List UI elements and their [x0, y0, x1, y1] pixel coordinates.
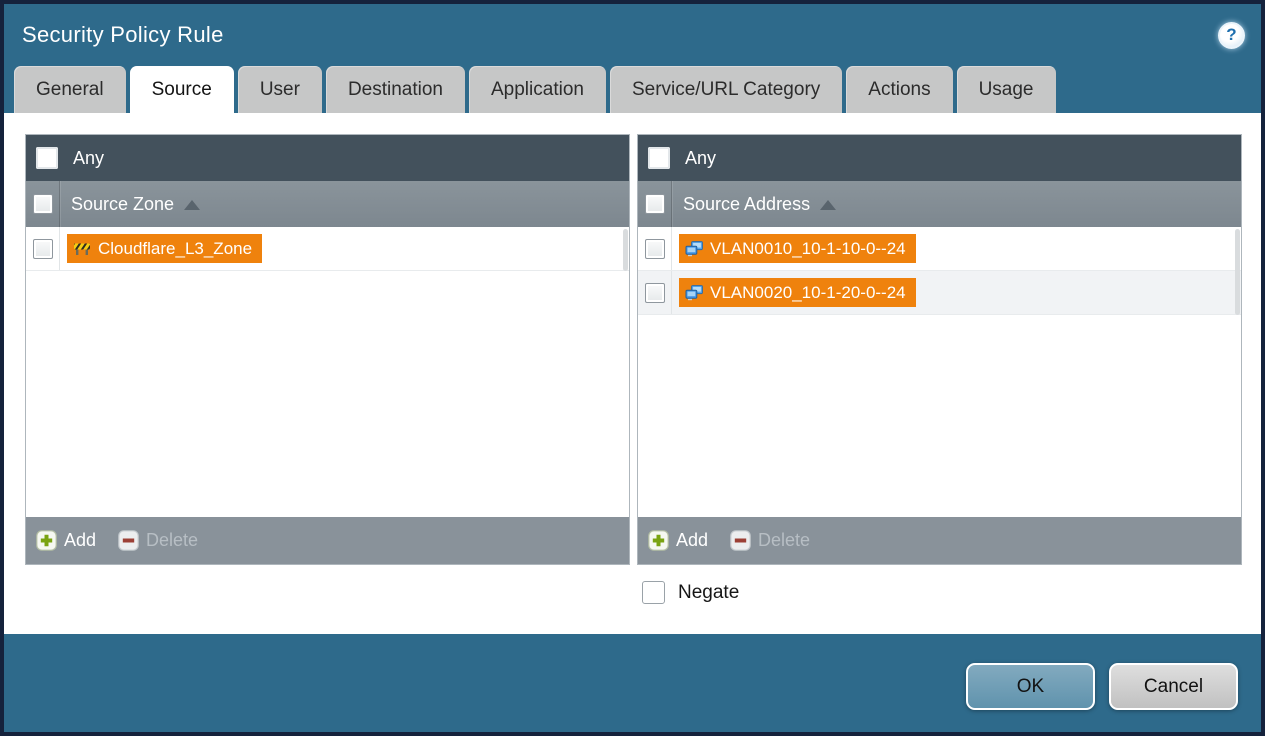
tab-general[interactable]: General	[14, 66, 126, 113]
delete-button-label: Delete	[146, 530, 199, 550]
source-tab-content: Any Source Zone Cloudflare_L3_Zone Add D…	[4, 113, 1261, 634]
add-icon	[36, 530, 57, 551]
delete-button[interactable]: Delete	[730, 530, 810, 551]
tab-service-url-category[interactable]: Service/URL Category	[609, 66, 843, 113]
negate-checkbox[interactable]	[642, 581, 665, 604]
list-item[interactable]: Cloudflare_L3_Zone	[26, 227, 629, 271]
source-address-toolbar: Add Delete	[638, 517, 1241, 564]
add-button[interactable]: Add	[36, 530, 96, 551]
source-address-select-all-checkbox[interactable]	[644, 194, 665, 214]
source-address-any-label: Any	[685, 147, 717, 168]
list-item[interactable]: VLAN0020_10-1-20-0--24	[638, 271, 1241, 315]
source-zone-any-label: Any	[73, 147, 105, 168]
address-pill-label: VLAN0010_10-1-10-0--24	[710, 238, 906, 258]
dialog-title: Security Policy Rule	[22, 22, 224, 47]
row-checkbox[interactable]	[32, 238, 53, 259]
cancel-button[interactable]: Cancel	[1109, 663, 1238, 710]
ok-button[interactable]: OK	[966, 663, 1095, 710]
delete-button-label: Delete	[758, 530, 811, 550]
help-icon[interactable]: ?	[1218, 21, 1245, 49]
source-address-any-checkbox[interactable]	[648, 147, 670, 169]
source-zone-toolbar: Add Delete	[26, 517, 629, 564]
scrollbar-thumb[interactable]	[623, 229, 628, 271]
address-pill[interactable]: VLAN0010_10-1-10-0--24	[679, 234, 916, 263]
add-button-label: Add	[64, 530, 97, 550]
tab-destination[interactable]: Destination	[325, 66, 465, 113]
source-address-column-label[interactable]: Source Address	[683, 194, 810, 215]
tab-bar: General Source User Destination Applicat…	[4, 66, 1261, 113]
row-checkbox[interactable]	[644, 282, 665, 303]
tab-user[interactable]: User	[237, 66, 322, 113]
source-address-panel: Any Source Address VLAN0010_10-1-10-0--2…	[637, 134, 1242, 565]
delete-button[interactable]: Delete	[118, 530, 198, 551]
network-icon	[685, 284, 703, 300]
source-zone-any-checkbox[interactable]	[36, 147, 58, 169]
negate-row: Negate	[642, 581, 1261, 604]
network-icon	[685, 240, 703, 256]
titlebar: Security Policy Rule ?	[4, 4, 1261, 66]
scrollbar-thumb[interactable]	[1235, 229, 1240, 315]
address-pill-label: VLAN0020_10-1-20-0--24	[710, 282, 906, 302]
add-icon	[648, 530, 669, 551]
row-checkbox[interactable]	[644, 238, 665, 259]
security-policy-rule-dialog: Security Policy Rule ? General Source Us…	[0, 0, 1265, 736]
source-zone-select-all-checkbox[interactable]	[32, 194, 53, 214]
delete-icon	[118, 530, 139, 551]
add-button-label: Add	[676, 530, 709, 550]
source-address-any-bar: Any	[638, 135, 1241, 181]
zone-pill-label: Cloudflare_L3_Zone	[98, 238, 253, 258]
tab-actions[interactable]: Actions	[846, 66, 953, 113]
zone-pill[interactable]: Cloudflare_L3_Zone	[67, 234, 263, 263]
address-pill[interactable]: VLAN0020_10-1-20-0--24	[679, 278, 916, 307]
source-zone-list: Cloudflare_L3_Zone	[26, 227, 629, 517]
tab-usage[interactable]: Usage	[956, 66, 1056, 113]
source-address-list: VLAN0010_10-1-10-0--24 VLAN0020_10-1-20-…	[638, 227, 1241, 517]
source-zone-column-header[interactable]: Source Zone	[26, 181, 629, 227]
add-button[interactable]: Add	[648, 530, 708, 551]
tab-application[interactable]: Application	[469, 66, 606, 113]
source-zone-column-label[interactable]: Source Zone	[71, 194, 174, 215]
source-address-column-header[interactable]: Source Address	[638, 181, 1241, 227]
source-zone-panel: Any Source Zone Cloudflare_L3_Zone Add D…	[25, 134, 630, 565]
tab-source[interactable]: Source	[129, 66, 234, 113]
negate-label: Negate	[678, 581, 740, 603]
sort-ascending-icon	[820, 200, 837, 210]
sort-ascending-icon	[184, 200, 201, 210]
delete-icon	[730, 530, 751, 551]
zone-icon	[74, 243, 90, 255]
dialog-footer: OK Cancel	[4, 634, 1261, 732]
source-zone-any-bar: Any	[26, 135, 629, 181]
list-item[interactable]: VLAN0010_10-1-10-0--24	[638, 227, 1241, 271]
